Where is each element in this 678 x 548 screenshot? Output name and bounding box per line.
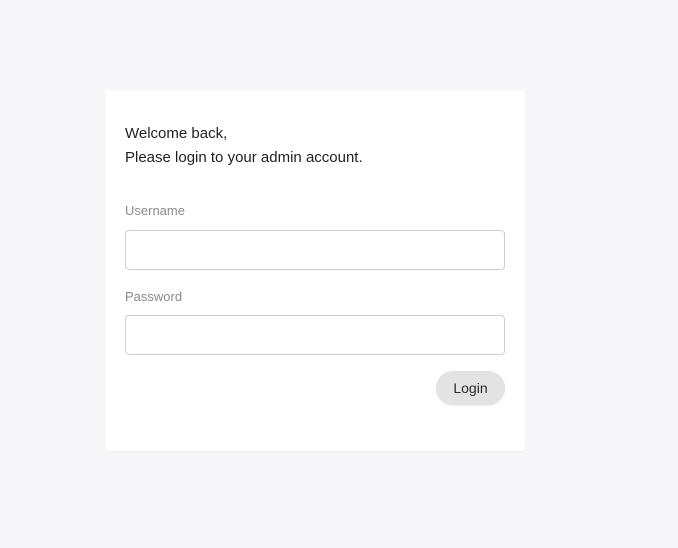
password-input[interactable] [125, 315, 505, 355]
login-card: Welcome back, Please login to your admin… [105, 90, 525, 451]
greeting: Welcome back, Please login to your admin… [125, 122, 363, 170]
password-label: Password [125, 289, 183, 304]
username-label: Username [125, 203, 185, 218]
login-instruction-text: Please login to your admin account. [125, 149, 363, 166]
welcome-text: Welcome back, [125, 125, 228, 142]
username-input[interactable] [125, 230, 505, 270]
login-button[interactable]: Login [436, 371, 505, 405]
